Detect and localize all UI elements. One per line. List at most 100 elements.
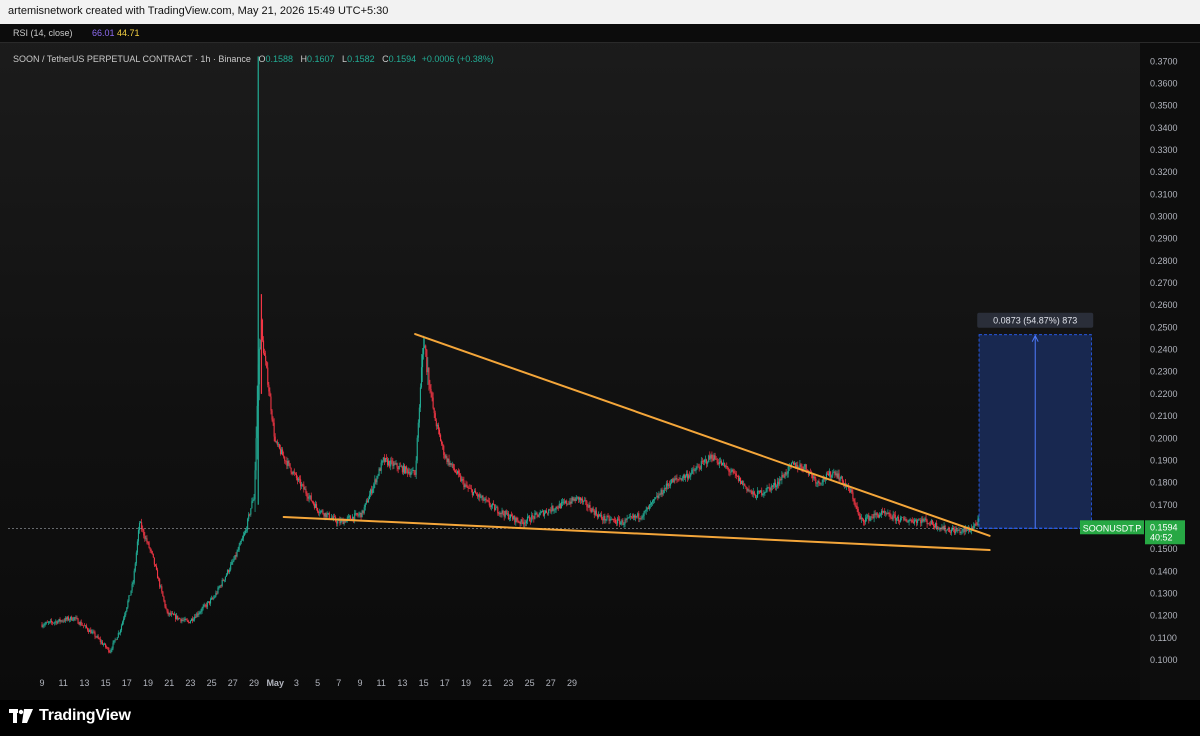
candle-body [896,516,898,518]
candle-body [126,607,128,612]
candle-body [960,531,962,534]
candle-body [508,518,511,519]
candle-body [727,467,729,469]
candle-body [532,515,534,517]
candle-body [282,449,284,456]
candle-body [79,621,81,625]
candle-body [681,478,683,481]
candle-body [388,460,390,466]
candle-body [688,475,690,479]
candle-body [533,516,535,519]
candle-body [921,518,923,524]
candle-body [318,511,320,513]
candle-body [586,501,588,507]
candle-body [577,496,579,500]
candle-body [60,620,62,622]
candle-body [137,530,140,542]
candle-body [191,618,194,621]
candle-body [699,468,701,469]
candle-body [74,617,76,619]
candle-body [363,507,365,513]
candle-body [862,518,865,522]
candle-body [85,625,88,628]
candle-body [67,617,70,621]
candle-body [61,620,63,622]
candle-body [509,514,512,519]
candle-body [108,647,110,653]
candle-body [626,518,628,521]
candle-body [392,461,394,466]
candle-body [109,652,111,653]
price-chart-svg[interactable]: 0.3700 0.3600 0.3500 0.3400 0.3300 0.3200 0.31… [0,24,1200,700]
candle-body [897,516,900,522]
candle-body [716,459,718,463]
candle-body [592,508,594,511]
candle-body [153,557,155,565]
candle-body [930,520,932,525]
candle-body [752,491,754,495]
candle-body [281,449,283,455]
candle-body [162,591,164,597]
candle-body [474,490,477,494]
candle-body [203,604,205,607]
candle-body [958,529,960,531]
candle-body [734,473,736,474]
candle-body [323,513,325,517]
x-tick-label: 5 [315,678,320,688]
candle-body [625,519,627,521]
candle-body [52,622,54,623]
x-tick-label: 21 [164,678,174,688]
candle-body [305,489,307,494]
candle-body [407,469,409,474]
candle-body [657,495,659,499]
candle-body [710,455,712,459]
candle-body [769,487,771,491]
candle-body [606,516,608,520]
candle-body [299,478,301,480]
candle-body [327,512,329,514]
candle-body [833,471,835,473]
candle-body [310,495,312,501]
candle-body [715,459,717,460]
candle-body [279,448,282,455]
candle-body [189,620,191,624]
chart-area[interactable]: 0.3700 0.3600 0.3500 0.3400 0.3300 0.3200 0.31… [0,24,1200,700]
candle-body [534,513,536,519]
candle-body [105,643,107,647]
candle-body [575,496,577,502]
candle-body [556,506,558,508]
x-tick-label: 19 [461,678,471,688]
x-tick-label: 23 [185,678,195,688]
candle-body [175,614,177,620]
candle-body [237,549,239,552]
candle-body [855,505,857,507]
candle-body [501,510,503,514]
candle-body [118,632,120,634]
candle-body [837,473,839,478]
candle-body [901,517,903,519]
candle-body [170,613,172,615]
candle-body [476,493,478,495]
candle-body [42,625,44,627]
candle-body [57,621,59,624]
candle-body [167,611,169,615]
candle-body [265,355,267,362]
candle-body [635,515,637,518]
candle-body [272,419,274,423]
candle-body [714,455,716,460]
candle-body [361,510,363,518]
candle-body [499,512,501,515]
candle-body [463,480,465,488]
candle-body [377,475,379,477]
candle-body [645,509,647,511]
candle-body [920,519,922,524]
candle-body [348,516,350,517]
y-tick-label: 0.3700 [1150,56,1178,66]
candle-body [207,601,209,603]
candle-body [195,616,197,618]
candle-body [258,348,260,385]
indicator-row: RSI (14, close) 66.01 44.71 [0,24,1200,43]
candle-body [449,463,451,465]
candle-body [214,596,216,598]
candle-body [567,503,569,505]
